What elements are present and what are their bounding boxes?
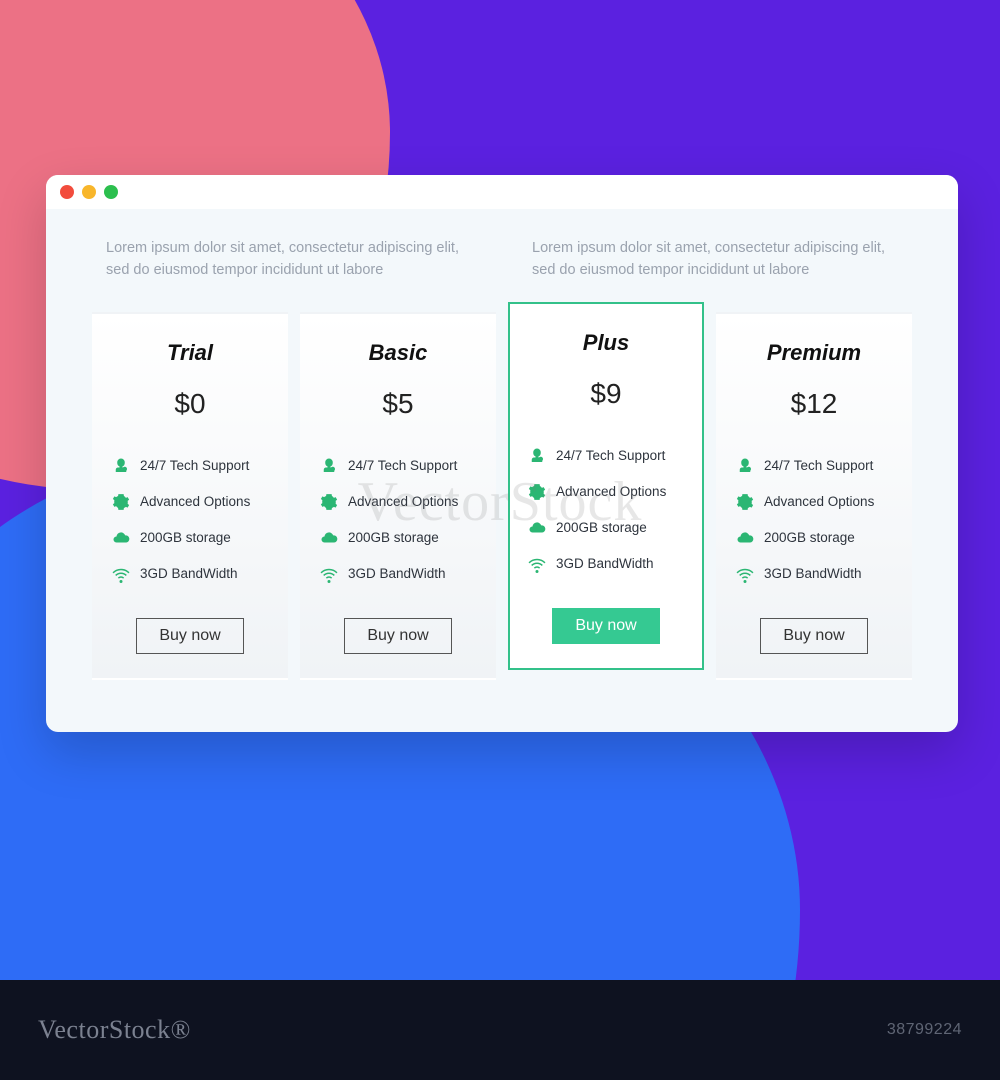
feature-item-bandwidth: 3GD BandWidth [526, 546, 686, 582]
feature-item-support: 24/7 Tech Support [526, 438, 686, 474]
window-close-icon[interactable] [60, 185, 74, 199]
feature-item-support: 24/7 Tech Support [110, 448, 270, 484]
feature-label: Advanced Options [556, 484, 666, 499]
bandwidth-icon [112, 565, 130, 583]
feature-list: 24/7 Tech Support Advanced Options 200GB s… [734, 448, 894, 592]
options-icon [736, 493, 754, 511]
footer-code: 38799224 [887, 1021, 962, 1039]
feature-label: 3GD BandWidth [556, 556, 654, 571]
feature-item-bandwidth: 3GD BandWidth [734, 556, 894, 592]
plan-price: $5 [382, 388, 413, 420]
storage-icon [112, 529, 130, 547]
feature-item-storage: 200GB storage [734, 520, 894, 556]
plan-name: Premium [767, 340, 861, 366]
bandwidth-icon [320, 565, 338, 583]
window-maximize-icon[interactable] [104, 185, 118, 199]
feature-item-options: Advanced Options [318, 484, 478, 520]
feature-list: 24/7 Tech Support Advanced Options 200GB s… [318, 448, 478, 592]
plan-name: Plus [583, 330, 629, 356]
storage-icon [528, 519, 546, 537]
feature-label: 24/7 Tech Support [764, 458, 873, 473]
intro-row: Lorem ipsum dolor sit amet, consectetur … [46, 209, 958, 304]
intro-text-right: Lorem ipsum dolor sit amet, consectetur … [532, 237, 898, 282]
pricing-card-plus: Plus$924/7 Tech SupportAdvanced Options2… [508, 302, 704, 670]
feature-label: Advanced Options [348, 494, 458, 509]
feature-list: 24/7 Tech Support Advanced Options 200GB s… [110, 448, 270, 592]
pricing-card-premium: Premium $12 24/7 Tech Support Advanced Opti… [716, 312, 912, 680]
intro-text-left: Lorem ipsum dolor sit amet, consectetur … [106, 237, 472, 282]
support-icon [320, 457, 338, 475]
support-icon [528, 447, 546, 465]
plan-name: Trial [167, 340, 213, 366]
app-window: Lorem ipsum dolor sit amet, consectetur … [46, 175, 958, 732]
feature-label: Advanced Options [764, 494, 874, 509]
feature-label: 3GD BandWidth [140, 566, 238, 581]
storage-icon [736, 529, 754, 547]
feature-item-storage: 200GB storage [526, 510, 686, 546]
options-icon [528, 483, 546, 501]
feature-item-options: Advanced Options [734, 484, 894, 520]
feature-item-options: Advanced Options [526, 474, 686, 510]
pricing-card-trial: Trial $0 24/7 Tech Support Advanced Options… [92, 312, 288, 680]
bandwidth-icon [736, 565, 754, 583]
feature-label: Advanced Options [140, 494, 250, 509]
plan-price: $12 [791, 388, 838, 420]
buy-now-button[interactable]: Buy now [136, 618, 243, 654]
buy-now-button[interactable]: Buy now [344, 618, 451, 654]
pricing-card-basic: Basic $5 24/7 Tech Support Advanced Options… [300, 312, 496, 680]
feature-label: 3GD BandWidth [348, 566, 446, 581]
footer-brand: VectorStock® [38, 1015, 191, 1045]
buy-now-button[interactable]: Buy now [760, 618, 867, 654]
storage-icon [320, 529, 338, 547]
window-minimize-icon[interactable] [82, 185, 96, 199]
window-titlebar [46, 175, 958, 209]
feature-label: 200GB storage [140, 530, 231, 545]
feature-label: 3GD BandWidth [764, 566, 862, 581]
feature-item-storage: 200GB storage [110, 520, 270, 556]
feature-label: 24/7 Tech Support [348, 458, 457, 473]
plan-name: Basic [369, 340, 428, 366]
pricing-cards: Trial $0 24/7 Tech Support Advanced Options… [46, 304, 958, 732]
footer-bar: VectorStock® 38799224 [0, 980, 1000, 1080]
buy-now-button[interactable]: Buy now [552, 608, 659, 644]
support-icon [736, 457, 754, 475]
feature-item-support: 24/7 Tech Support [318, 448, 478, 484]
feature-item-bandwidth: 3GD BandWidth [318, 556, 478, 592]
feature-item-options: Advanced Options [110, 484, 270, 520]
options-icon [112, 493, 130, 511]
support-icon [112, 457, 130, 475]
feature-label: 200GB storage [348, 530, 439, 545]
feature-label: 200GB storage [556, 520, 647, 535]
plan-price: $9 [590, 378, 621, 410]
feature-item-storage: 200GB storage [318, 520, 478, 556]
plan-price: $0 [174, 388, 205, 420]
feature-label: 200GB storage [764, 530, 855, 545]
feature-item-bandwidth: 3GD BandWidth [110, 556, 270, 592]
bandwidth-icon [528, 555, 546, 573]
options-icon [320, 493, 338, 511]
feature-label: 24/7 Tech Support [556, 448, 665, 463]
feature-label: 24/7 Tech Support [140, 458, 249, 473]
feature-list: 24/7 Tech Support Advanced Options 200GB s… [526, 438, 686, 582]
feature-item-support: 24/7 Tech Support [734, 448, 894, 484]
